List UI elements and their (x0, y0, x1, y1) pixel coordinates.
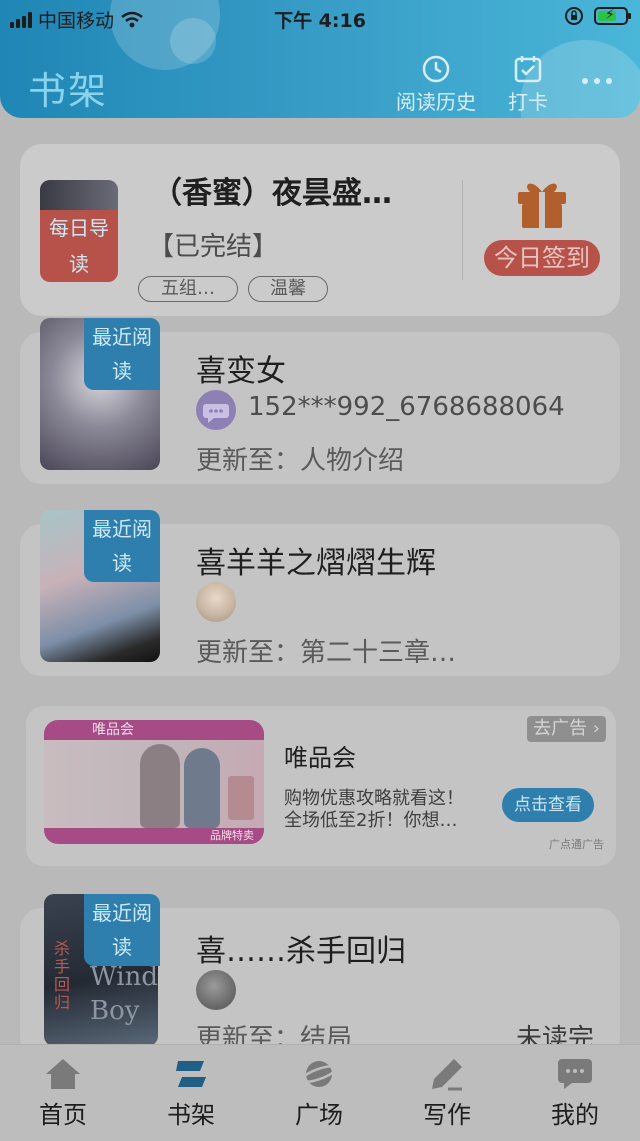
nav-item-plaza[interactable]: 广场 (274, 1057, 364, 1130)
more-icon[interactable] (582, 78, 612, 84)
author-avatar (196, 970, 236, 1010)
book-card[interactable]: 最近阅读 喜羊羊之熠熠生辉 更新至：第二十三章… (20, 510, 620, 676)
status-bar: 中国移动 下午 4:16 ⚡ (0, 4, 640, 32)
battery-icon: ⚡ (594, 7, 631, 25)
book-cover-text: Wind Boy (90, 962, 158, 1026)
book-update: 更新至：第二十三章… (196, 638, 457, 668)
featured-badge: 每日导读 (49, 216, 109, 276)
chat-bubble-icon (558, 1059, 592, 1089)
author-avatar (196, 582, 236, 622)
ad-banner[interactable]: 唯品会 品牌特卖 去广告 › 唯品会 购物优惠攻略就看这！ 全场低至2折！你想…… (26, 706, 616, 866)
book-card[interactable]: 最近阅读 喜变女 152***992_6768688064 更新至：人物介绍 (20, 318, 620, 484)
bookshelf-icon (176, 1061, 206, 1087)
home-icon (46, 1059, 80, 1089)
clock-icon (422, 55, 450, 83)
daily-checkin-button[interactable]: 今日签到 (484, 240, 600, 276)
nav-item-bookshelf[interactable]: 书架 (146, 1057, 236, 1130)
status-time: 下午 4:16 (274, 10, 366, 32)
featured-title: （香蜜）夜昙盛… (152, 176, 392, 211)
book-author: 152***992_6768688064 (248, 392, 565, 422)
checkin-header-button[interactable]: 打卡 (508, 54, 548, 115)
page-title: 书架 (28, 69, 109, 113)
ad-desc-line2: 全场低至2折！你想… (284, 810, 458, 831)
nav-label: 书架 (167, 1101, 215, 1129)
recent-read-badge: 最近阅读 (84, 318, 160, 390)
recent-read-badge: 最近阅读 (84, 510, 160, 582)
nav-label: 我的 (551, 1101, 599, 1129)
ad-brand: 唯品会 (284, 744, 356, 772)
book-title: 喜……杀手回归 (196, 934, 406, 969)
featured-cover: 每日导读 (40, 180, 118, 282)
featured-book-card[interactable]: 每日导读 （香蜜）夜昙盛… 【已完结】 五组… 温馨 今日签到 (20, 144, 620, 316)
planet-icon (300, 1061, 338, 1087)
nav-label: 广场 (295, 1101, 343, 1129)
calendar-check-icon (514, 56, 542, 83)
book-card[interactable]: 杀手回归 Wind Boy 最近阅读 喜……杀手回归 更新至：结局 未读完 (20, 894, 620, 1058)
ad-image: 唯品会 品牌特卖 (44, 720, 264, 844)
author-avatar-icon (196, 390, 236, 430)
bottom-nav: 首页 书架 广场 写作 我的 (0, 1044, 640, 1141)
nav-label: 首页 (39, 1101, 87, 1129)
reading-history-button[interactable]: 阅读历史 (396, 54, 476, 115)
nav-item-mine[interactable]: 我的 (530, 1057, 620, 1130)
reading-history-label: 阅读历史 (396, 90, 476, 114)
ad-image-brand: 唯品会 (92, 722, 134, 738)
book-title: 喜羊羊之熠熠生辉 (196, 546, 436, 581)
gift-icon (518, 183, 566, 228)
book-title: 喜变女 (196, 354, 286, 389)
ad-cta-button[interactable]: 点击查看 (502, 788, 594, 822)
ad-source: 广点通广告 (549, 838, 604, 851)
divider (462, 180, 463, 280)
ad-image-corner-text: 品牌特卖 (210, 829, 254, 842)
nav-item-home[interactable]: 首页 (18, 1057, 108, 1130)
pen-icon (432, 1059, 462, 1091)
app-header: 中国移动 下午 4:16 ⚡ 书架 阅读历史 打卡 (0, 0, 640, 118)
close-ad-button[interactable]: 去广告 › (527, 716, 606, 742)
tag[interactable]: 温馨 (248, 276, 328, 302)
orientation-lock-icon (565, 7, 583, 25)
checkin-header-label: 打卡 (508, 90, 548, 114)
nav-item-write[interactable]: 写作 (402, 1057, 492, 1130)
close-ad-label: 去广告 (533, 718, 588, 739)
nav-label: 写作 (423, 1101, 471, 1129)
featured-status: 【已完结】 (148, 232, 279, 262)
book-update: 更新至：人物介绍 (196, 446, 405, 476)
tag[interactable]: 五组… (138, 276, 238, 302)
recent-read-badge: 最近阅读 (84, 894, 160, 966)
